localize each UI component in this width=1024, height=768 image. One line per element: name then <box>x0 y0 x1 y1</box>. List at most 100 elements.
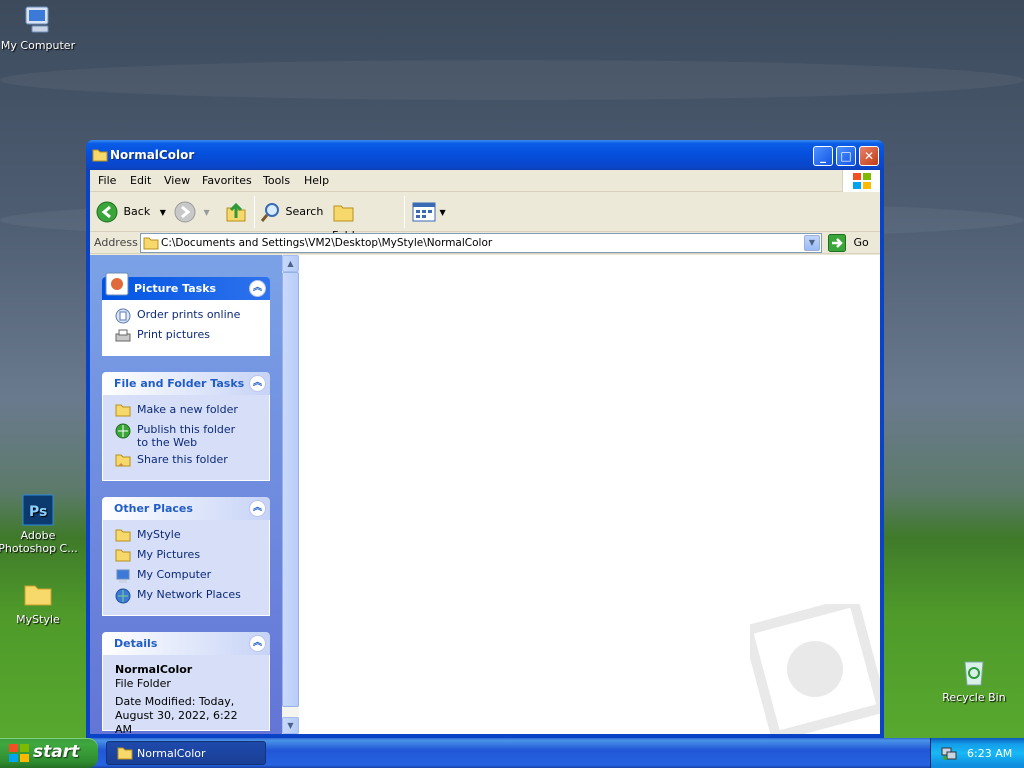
window-title: NormalColor <box>110 148 195 162</box>
panel-body: Make a new folder Publish this folder to… <box>102 395 270 481</box>
place-label: My Computer <box>137 568 212 581</box>
maximize-button[interactable]: □ <box>836 146 856 166</box>
search-icon <box>260 203 279 222</box>
scroll-thumb[interactable] <box>282 272 299 707</box>
details-modified: Date Modified: Today, August 30, 2022, 6… <box>115 695 238 736</box>
place-my-pictures[interactable]: My Pictures <box>103 546 269 566</box>
up-button[interactable] <box>224 200 248 224</box>
toolbar-separator <box>254 196 255 228</box>
place-label: My Pictures <box>137 548 201 561</box>
go-button[interactable]: Go <box>828 234 869 252</box>
other-places-header[interactable]: Other Places ︽ <box>102 497 270 520</box>
menu-view[interactable]: View <box>164 174 190 187</box>
task-make-folder[interactable]: Make a new folder <box>103 401 269 421</box>
desktop-icon-my-computer[interactable]: My Computer <box>0 4 78 52</box>
task-label: Order prints online <box>137 308 241 321</box>
go-label: Go <box>853 236 869 249</box>
details-header[interactable]: Details ︽ <box>102 632 270 655</box>
content-area: Picture Tasks ︽ Order prints online Prin… <box>90 255 880 736</box>
chevron-down-icon[interactable]: ▼ <box>204 208 210 217</box>
file-folder-tasks-header[interactable]: File and Folder Tasks ︽ <box>102 372 270 395</box>
globe-icon <box>115 423 131 439</box>
toolbar: Back ▼ ▼ Search Folders ▼ <box>90 192 880 242</box>
folder-icon <box>24 585 52 606</box>
task-print-pictures[interactable]: Print pictures <box>103 326 269 346</box>
network-tray-icon[interactable] <box>941 745 957 761</box>
chevron-down-icon[interactable]: ▼ <box>160 208 166 217</box>
menu-favorites[interactable]: Favorites <box>202 174 252 187</box>
panel-title: Picture Tasks <box>134 282 217 295</box>
place-my-network[interactable]: My Network Places <box>103 586 269 606</box>
vertical-scrollbar[interactable]: ▲ ▼ <box>282 255 299 734</box>
picture-tasks-panel: Picture Tasks ︽ Order prints online Prin… <box>102 272 270 356</box>
scroll-down-button[interactable]: ▼ <box>282 717 299 734</box>
forward-button[interactable]: ▼ <box>174 200 214 224</box>
address-value: C:\Documents and Settings\VM2\Desktop\My… <box>161 237 493 249</box>
task-order-prints[interactable]: Order prints online <box>103 306 269 326</box>
task-pane: Picture Tasks ︽ Order prints online Prin… <box>90 255 282 736</box>
share-folder-icon <box>115 454 131 467</box>
collapse-chevron-icon[interactable]: ︽ <box>249 375 266 392</box>
panel-body: Order prints online Print pictures <box>102 300 270 356</box>
details-content: NormalColor File Folder Date Modified: T… <box>103 655 269 745</box>
back-button[interactable]: Back ▼ <box>96 200 168 224</box>
desktop-icon-photoshop[interactable]: Ps Adobe Photoshop C... <box>0 494 78 555</box>
folder-up-icon <box>226 202 246 222</box>
task-label: Share this folder <box>137 453 228 466</box>
order-prints-icon <box>115 308 131 324</box>
panel-body: NormalColor File Folder Date Modified: T… <box>102 655 270 736</box>
desktop-icon-mystyle[interactable]: MyStyle <box>0 578 78 626</box>
printer-icon <box>115 329 131 342</box>
task-share-folder[interactable]: Share this folder <box>103 451 269 471</box>
close-button[interactable]: ✕ <box>859 146 879 166</box>
address-input[interactable]: C:\Documents and Settings\VM2\Desktop\My… <box>140 233 822 253</box>
toolbar-separator <box>404 196 405 228</box>
my-computer-icon <box>116 569 130 583</box>
panel-title: Other Places <box>114 502 193 515</box>
explorer-window: NormalColor _ □ ✕ File Edit View Favorit… <box>86 140 884 738</box>
clock[interactable]: 6:23 AM <box>967 747 1012 760</box>
desktop-icon-recycle-bin[interactable]: Recycle Bin <box>934 656 1014 704</box>
collapse-chevron-icon[interactable]: ︽ <box>249 635 266 652</box>
views-button[interactable]: ▼ <box>412 200 448 224</box>
menu-file[interactable]: File <box>98 174 116 187</box>
windows-flag-icon <box>853 173 871 189</box>
folders-button[interactable]: Folders <box>332 200 398 242</box>
place-my-computer[interactable]: My Computer <box>103 566 269 586</box>
desktop-icon-label: Recycle Bin <box>942 691 1006 704</box>
recycle-bin-icon <box>964 661 984 686</box>
title-bar[interactable]: NormalColor _ □ ✕ <box>86 140 884 170</box>
start-button[interactable]: start <box>0 738 98 768</box>
go-arrow-icon <box>828 234 846 252</box>
picture-tasks-header[interactable]: Picture Tasks ︽ <box>102 272 270 300</box>
collapse-chevron-icon[interactable]: ︽ <box>249 280 266 297</box>
menu-help[interactable]: Help <box>304 174 329 187</box>
search-button[interactable]: Search <box>260 200 326 224</box>
svg-text:Ps: Ps <box>29 504 47 520</box>
scroll-up-button[interactable]: ▲ <box>282 255 299 272</box>
other-places-panel: Other Places ︽ MyStyle My Pictures My Co… <box>102 497 270 616</box>
menu-tools[interactable]: Tools <box>263 174 290 187</box>
network-icon <box>115 588 131 604</box>
back-label: Back <box>123 205 151 218</box>
taskbar-window-button[interactable]: NormalColor <box>106 741 266 765</box>
minimize-button[interactable]: _ <box>813 146 833 166</box>
folder-icon <box>143 237 159 250</box>
desktop-icon-label: Adobe Photoshop C... <box>0 529 78 555</box>
place-label: My Network Places <box>137 588 241 601</box>
address-dropdown-button[interactable]: ▼ <box>804 235 820 251</box>
task-publish-web[interactable]: Publish this folder to the Web <box>103 421 269 451</box>
address-bar: Address C:\Documents and Settings\VM2\De… <box>90 232 880 254</box>
chevron-down-icon[interactable]: ▼ <box>440 208 446 217</box>
panel-body: MyStyle My Pictures My Computer My Netwo… <box>102 520 270 616</box>
forward-arrow-icon <box>174 201 196 223</box>
collapse-chevron-icon[interactable]: ︽ <box>249 500 266 517</box>
photoshop-icon: Ps <box>22 494 54 526</box>
folder-icon <box>115 549 131 562</box>
menu-edit[interactable]: Edit <box>130 174 151 187</box>
panel-title: Details <box>114 637 158 650</box>
folder-icon <box>92 149 108 162</box>
menu-bar: File Edit View Favorites Tools Help <box>90 170 880 192</box>
new-folder-icon <box>115 404 131 417</box>
place-mystyle[interactable]: MyStyle <box>103 526 269 546</box>
